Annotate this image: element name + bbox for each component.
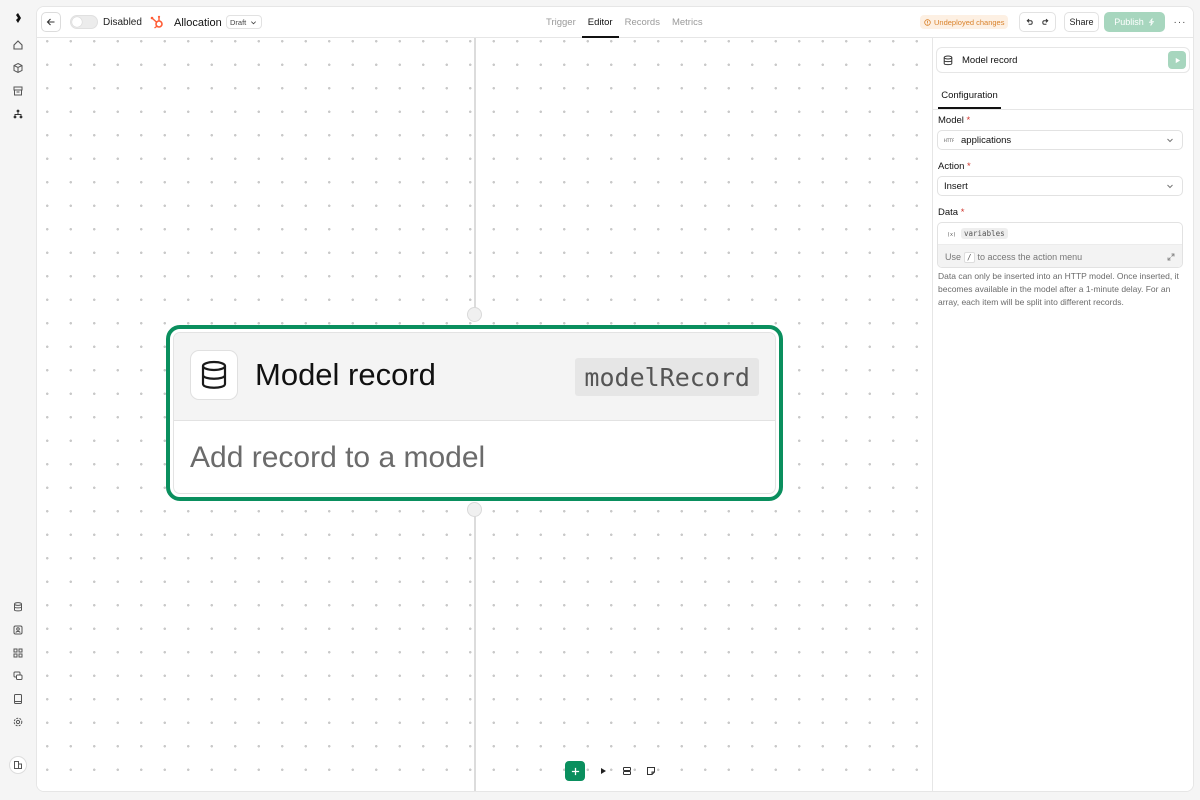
action-value: Insert [944,180,968,192]
data-label: Data * [938,207,964,218]
enable-toggle[interactable] [70,15,98,29]
node-body: Model record modelRecord Add record to a… [173,332,776,494]
note-button[interactable] [641,761,661,781]
cube-icon[interactable] [9,59,27,77]
config-panel: Model record Configuration Model * HTTP … [932,38,1193,791]
stack-icon [623,767,631,775]
undo-redo-group [1019,12,1056,32]
chevron-down-icon [251,20,257,24]
top-bar: Disabled Allocation Draft Trigger Editor… [37,7,1193,38]
tab-metrics[interactable]: Metrics [666,7,709,38]
node-title: Model record [255,357,436,392]
chat-icon[interactable] [9,667,27,685]
undeployed-badge: Undeployed changes [920,15,1009,29]
tab-trigger[interactable]: Trigger [540,7,582,38]
model-label: Model * [938,115,970,126]
archive-icon[interactable] [9,82,27,100]
play-icon [1175,57,1180,63]
hint-before: Use [945,252,962,262]
contact-icon[interactable] [9,621,27,639]
model-record-node[interactable]: Model record modelRecord Add record to a… [166,325,783,501]
toggle-label: Disabled [103,17,142,28]
tab-configuration[interactable]: Configuration [938,83,1001,109]
undo-icon[interactable] [1025,18,1034,27]
apps-icon[interactable] [9,644,27,662]
action-label-text: Action [938,161,965,172]
redo-icon[interactable] [1041,18,1050,27]
publish-label: Publish [1114,17,1144,27]
draft-label: Draft [230,17,247,27]
share-button[interactable]: Share [1064,12,1099,32]
run-test-button[interactable] [593,761,613,781]
add-node-button[interactable] [565,761,585,781]
chevron-down-icon [1167,138,1173,143]
logo-icon[interactable] [9,9,27,27]
data-help-text: Data can only be inserted into an HTTP m… [938,271,1179,307]
node-description: Add record to a model [190,441,486,474]
hint-after: to access the action menu [977,252,1083,262]
database-icon [190,350,238,400]
panel-title: Model record [962,54,1018,66]
model-label-text: Model [938,115,964,126]
data-editor[interactable]: (x) variables Use / to access the action… [937,222,1183,268]
panel-divider [933,109,1193,110]
more-menu-icon[interactable]: ··· [1172,12,1188,32]
panel-header: Model record [936,47,1190,73]
input-port[interactable] [467,307,482,322]
sticky-note-icon [647,767,655,775]
left-rail [0,0,36,800]
book-icon[interactable] [9,690,27,708]
chevron-down-icon [1167,184,1173,189]
connector-line-bottom [474,516,476,791]
run-step-button[interactable] [1168,51,1186,69]
home-icon[interactable] [9,36,27,54]
model-select[interactable]: HTTP applications [937,130,1183,150]
draft-dropdown[interactable]: Draft [226,15,263,29]
output-port[interactable] [467,502,482,517]
settings-icon[interactable] [9,713,27,731]
workflow-icon[interactable] [9,105,27,123]
required-mark: * [967,161,971,172]
action-label: Action * [938,161,971,172]
database-icon [943,55,953,65]
plus-icon [571,767,579,775]
tab-editor[interactable]: Editor [581,7,619,38]
warning-icon [924,18,931,26]
bolt-icon [1148,18,1154,26]
node-header: Model record modelRecord [174,333,775,421]
canvas-toolbar [565,758,661,784]
hubspot-icon [149,14,165,30]
back-button[interactable] [41,12,61,32]
svg-text:HTTP: HTTP [944,138,954,143]
play-icon [601,768,606,774]
http-model-icon: HTTP [944,138,954,143]
svg-text:(x): (x) [947,232,955,237]
workflow-canvas[interactable]: Model record modelRecord Add record to a… [37,38,932,791]
publish-button[interactable]: Publish [1104,12,1165,32]
app-title: Allocation [174,16,222,29]
connector-line-top [474,38,476,308]
arrow-left-icon [46,18,55,26]
layout-button[interactable] [617,761,637,781]
tab-records[interactable]: Records [619,7,666,38]
org-icon[interactable] [9,756,27,774]
editor-tabs: Trigger Editor Records Metrics [540,7,709,38]
model-value: applications [961,134,1012,146]
data-label-text: Data [938,207,959,218]
data-editor-hint: Use / to access the action menu [938,245,1182,267]
variables-chip[interactable]: variables [961,228,1008,239]
data-editor-input[interactable]: (x) variables [938,223,1182,245]
node-code-chip: modelRecord [575,358,759,396]
undeployed-label: Undeployed changes [934,17,1005,27]
action-select[interactable]: Insert [937,176,1183,196]
required-mark: * [966,115,971,126]
expand-icon[interactable] [1167,253,1175,261]
variable-icon: (x) [947,232,955,237]
database-icon[interactable] [9,598,27,616]
slash-key: / [964,251,975,263]
required-mark: * [960,207,965,218]
editor-frame: Disabled Allocation Draft Trigger Editor… [36,6,1194,792]
